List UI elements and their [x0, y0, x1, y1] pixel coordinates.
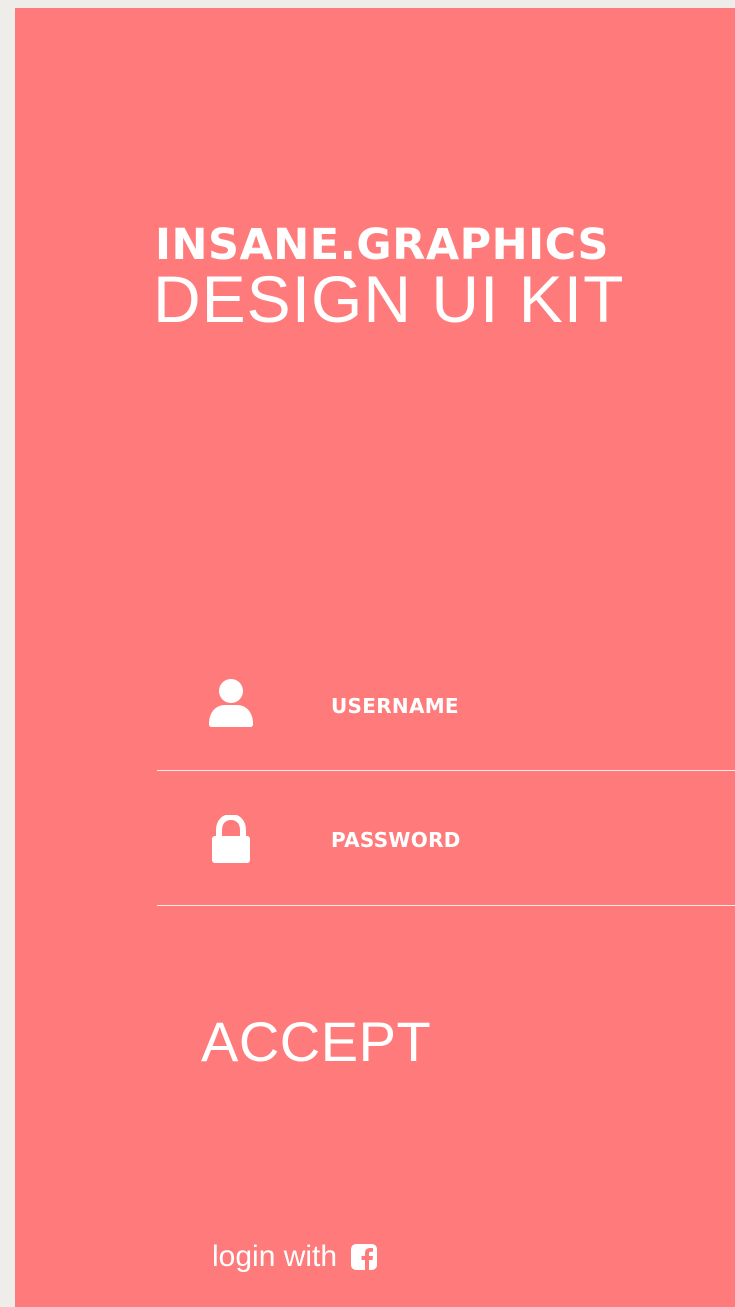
lock-icon [207, 813, 255, 865]
password-field[interactable]: PASSWORD [157, 771, 735, 906]
facebook-icon[interactable] [351, 1244, 378, 1270]
login-with-facebook[interactable]: login with [212, 1240, 378, 1274]
brand-title: INSANE.GRAPHICS [155, 220, 609, 270]
brand-subtitle: DESIGN UI KIT [153, 262, 625, 336]
username-field[interactable]: USERNAME [157, 636, 735, 771]
password-label: PASSWORD [331, 828, 461, 852]
login-screen: INSANE.GRAPHICS DESIGN UI KIT USERNAME P… [15, 8, 735, 1307]
user-icon [207, 678, 255, 728]
accept-button[interactable]: ACCEPT [201, 1014, 431, 1070]
username-label: USERNAME [331, 694, 459, 718]
login-with-label: login with [212, 1240, 338, 1273]
